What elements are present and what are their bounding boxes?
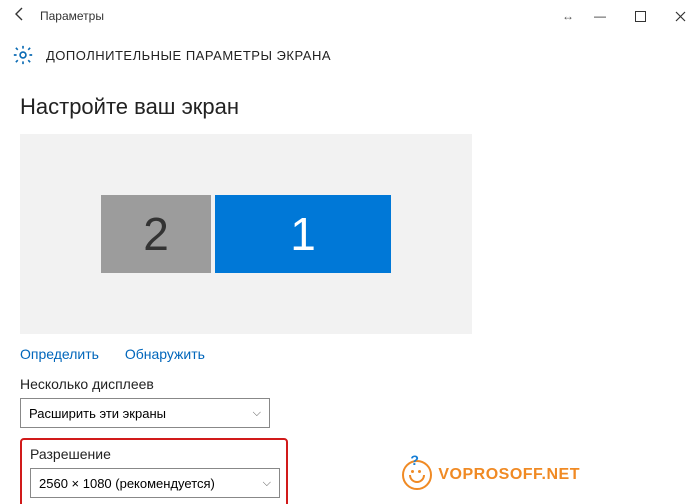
display-arrangement-area[interactable]: 2 1 bbox=[20, 134, 472, 334]
minimize-button[interactable]: — bbox=[580, 2, 620, 30]
multi-display-select[interactable]: Расширить эти экраны ⌵ bbox=[20, 398, 270, 428]
monitor-1[interactable]: 1 bbox=[215, 195, 391, 273]
multi-display-value: Расширить эти экраны bbox=[29, 406, 166, 421]
sub-header-title: ДОПОЛНИТЕЛЬНЫЕ ПАРАМЕТРЫ ЭКРАНА bbox=[46, 48, 331, 63]
resolution-select[interactable]: 2560 × 1080 (рекомендуется) ⌵ bbox=[30, 468, 280, 498]
multi-display-label: Несколько дисплеев bbox=[20, 376, 680, 392]
monitor-2-label: 2 bbox=[143, 207, 169, 261]
watermark-icon bbox=[402, 460, 432, 490]
monitor-2[interactable]: 2 bbox=[101, 195, 211, 273]
identify-link[interactable]: Определить bbox=[20, 346, 99, 362]
detect-link[interactable]: Обнаружить bbox=[125, 346, 205, 362]
resolution-value: 2560 × 1080 (рекомендуется) bbox=[39, 476, 215, 491]
title-bar: Параметры ↔ — bbox=[0, 0, 700, 32]
back-button[interactable] bbox=[0, 6, 40, 27]
resolution-label: Разрешение bbox=[30, 446, 278, 462]
window-title: Параметры bbox=[40, 9, 104, 23]
sub-header: ДОПОЛНИТЕЛЬНЫЕ ПАРАМЕТРЫ ЭКРАНА bbox=[0, 32, 700, 78]
chevron-down-icon: ⌵ bbox=[263, 477, 271, 490]
highlight-box: Разрешение 2560 × 1080 (рекомендуется) ⌵ bbox=[20, 438, 288, 504]
page-title: Настройте ваш экран bbox=[20, 94, 680, 120]
maximize-button[interactable] bbox=[620, 2, 660, 30]
chevron-down-icon: ⌵ bbox=[253, 407, 261, 420]
swap-icon: ↔ bbox=[556, 9, 580, 23]
close-button[interactable] bbox=[660, 2, 700, 30]
monitor-1-label: 1 bbox=[290, 207, 316, 261]
watermark-text: VOPROSOFF.NET bbox=[438, 466, 580, 484]
watermark: VOPROSOFF.NET bbox=[402, 460, 580, 490]
gear-icon bbox=[12, 44, 34, 66]
